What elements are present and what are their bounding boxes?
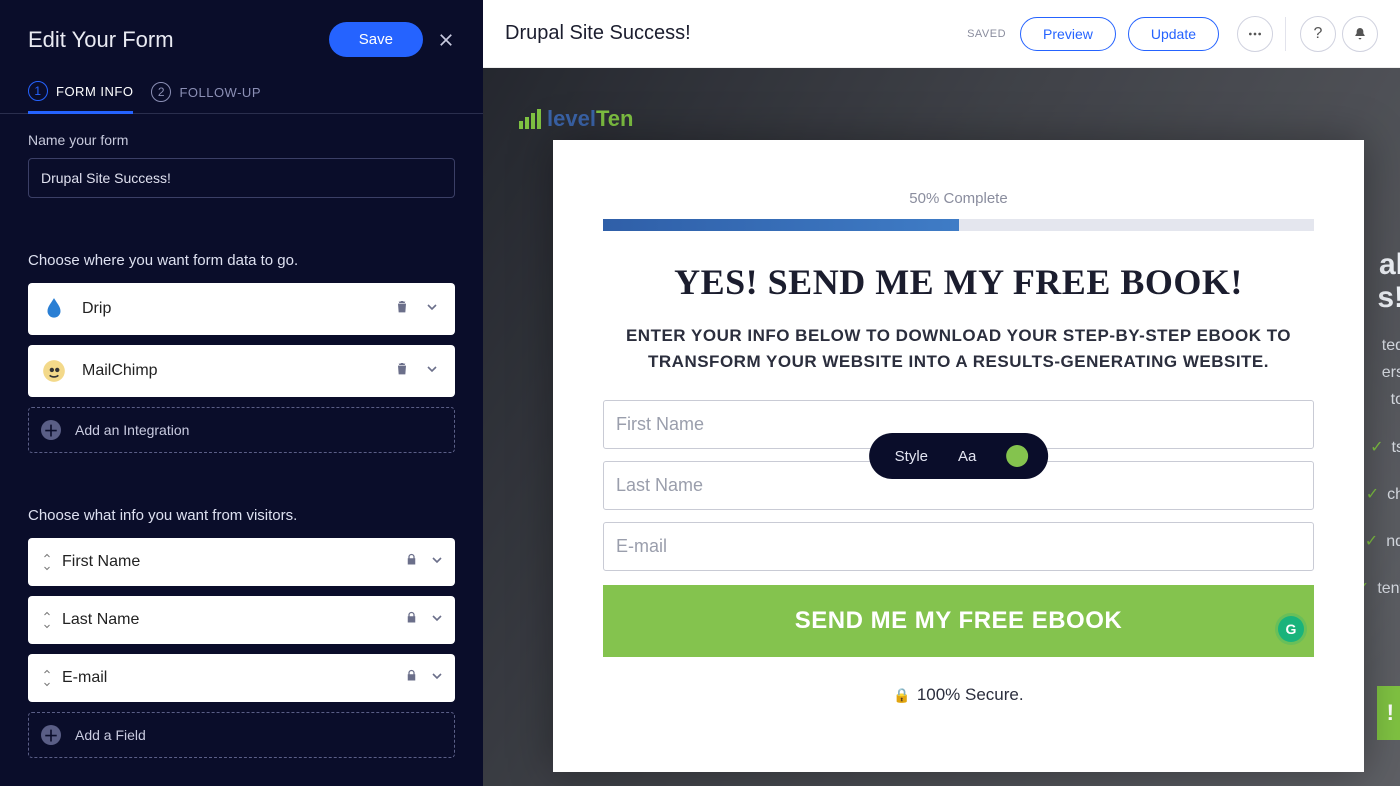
preview-canvas: levelTen als! ted ers to ts ch nd tent !… (483, 68, 1400, 786)
panel-title: Edit Your Form (28, 27, 174, 53)
tab-number: 2 (151, 82, 171, 102)
form-headline[interactable]: YES! SEND ME MY FREE BOOK! (603, 261, 1314, 303)
chevron-down-icon[interactable] (421, 299, 443, 320)
lock-icon (404, 668, 419, 688)
reorder-handle[interactable] (32, 608, 62, 632)
more-menu-button[interactable] (1237, 16, 1273, 52)
plus-icon: ＋ (41, 420, 61, 440)
grammarly-icon: G (1278, 616, 1304, 642)
integration-name: Drip (82, 300, 391, 318)
page-title: Drupal Site Success! (505, 22, 967, 45)
save-button[interactable]: Save (329, 22, 423, 57)
color-swatch[interactable] (1006, 445, 1028, 467)
help-button[interactable]: ? (1300, 16, 1336, 52)
tab-label: FORM INFO (56, 84, 133, 99)
mailchimp-icon (40, 357, 68, 385)
logo-bars-icon (519, 109, 541, 129)
email-field[interactable] (603, 522, 1314, 571)
secure-note: 🔒100% Secure. (603, 685, 1314, 705)
form-name-input[interactable] (28, 158, 455, 198)
lock-icon (404, 610, 419, 630)
add-integration-label: Add an Integration (75, 422, 189, 438)
style-tab[interactable]: Style (895, 448, 928, 465)
tab-number: 1 (28, 81, 48, 101)
progress-label: 50% Complete (603, 190, 1314, 207)
progress-bar (603, 219, 1314, 231)
top-bar: Drupal Site Success! SAVED Preview Updat… (483, 0, 1400, 68)
chevron-down-icon[interactable] (429, 668, 445, 689)
field-name: E-mail (62, 669, 404, 687)
field-name: Last Name (62, 611, 404, 629)
chevron-down-icon[interactable] (421, 361, 443, 382)
add-field-label: Add a Field (75, 727, 146, 743)
background-cta: ! (1377, 686, 1400, 740)
integrations-section: Choose where you want form data to go. D… (0, 204, 483, 459)
saved-status: SAVED (967, 28, 1006, 40)
drip-icon (40, 295, 68, 323)
panel-header-actions: Save (329, 22, 455, 57)
integration-name: MailChimp (82, 362, 391, 380)
add-field-button[interactable]: ＋ Add a Field (28, 712, 455, 758)
panel-header: Edit Your Form Save (0, 0, 483, 67)
form-modal: 50% Complete YES! SEND ME MY FREE BOOK! … (553, 140, 1364, 772)
integration-row-drip[interactable]: Drip (28, 283, 455, 335)
delete-icon[interactable] (391, 299, 413, 320)
name-label: Name your form (28, 132, 455, 148)
fields-section: Choose what info you want from visitors.… (0, 459, 483, 764)
name-section: Name your form (0, 114, 483, 204)
reorder-handle[interactable] (32, 666, 62, 690)
logo-text: levelTen (547, 106, 633, 132)
lock-icon (404, 552, 419, 572)
delete-icon[interactable] (391, 361, 413, 382)
form-subhead[interactable]: ENTER YOUR INFO BELOW TO DOWNLOAD YOUR S… (603, 323, 1314, 374)
fields-label: Choose what info you want from visitors. (28, 507, 455, 524)
integration-row-mailchimp[interactable]: MailChimp (28, 345, 455, 397)
logo: levelTen (519, 106, 633, 132)
field-name: First Name (62, 553, 404, 571)
chevron-down-icon[interactable] (429, 552, 445, 573)
progress-fill (603, 219, 959, 231)
notifications-button[interactable] (1342, 16, 1378, 52)
preview-button[interactable]: Preview (1020, 17, 1116, 51)
edit-panel: Edit Your Form Save 1 FORM INFO 2 FOLLOW… (0, 0, 483, 786)
divider (1285, 17, 1286, 51)
lock-icon: 🔒 (893, 687, 910, 703)
typography-tab[interactable]: Aa (958, 448, 976, 465)
field-row-last-name[interactable]: Last Name (28, 596, 455, 644)
reorder-handle[interactable] (32, 550, 62, 574)
add-integration-button[interactable]: ＋ Add an Integration (28, 407, 455, 453)
integrations-label: Choose where you want form data to go. (28, 252, 455, 269)
tab-follow-up[interactable]: 2 FOLLOW-UP (151, 81, 261, 113)
submit-button[interactable]: SEND ME MY FREE EBOOK (603, 585, 1314, 657)
update-button[interactable]: Update (1128, 17, 1219, 51)
style-toolbar[interactable]: Style Aa (869, 433, 1049, 479)
tab-label: FOLLOW-UP (179, 85, 261, 100)
panel-tabs: 1 FORM INFO 2 FOLLOW-UP (0, 67, 483, 114)
field-row-email[interactable]: E-mail (28, 654, 455, 702)
chevron-down-icon[interactable] (429, 610, 445, 631)
main-area: Drupal Site Success! SAVED Preview Updat… (483, 0, 1400, 786)
plus-icon: ＋ (41, 725, 61, 745)
field-row-first-name[interactable]: First Name (28, 538, 455, 586)
tab-form-info[interactable]: 1 FORM INFO (28, 81, 133, 114)
close-icon[interactable] (437, 31, 455, 49)
